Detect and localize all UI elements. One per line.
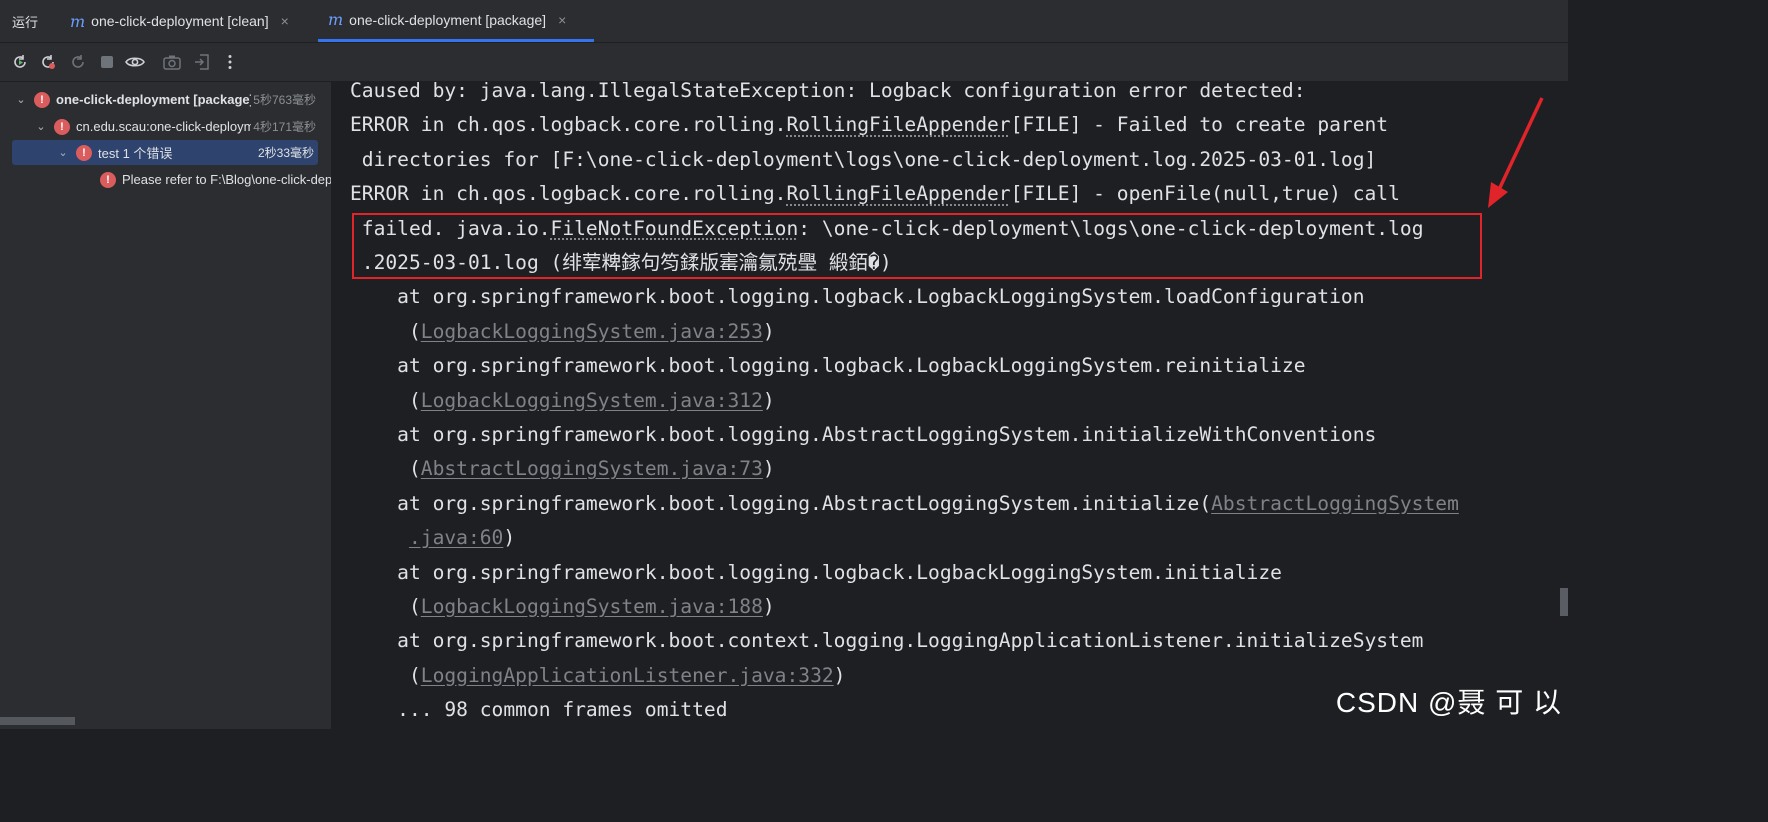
chevron-down-icon[interactable]: ⌄ — [34, 120, 48, 133]
console-text: at org.springframework.boot.logging.logb… — [350, 354, 1306, 378]
tree-row-label: test 1 个错误 — [98, 146, 173, 161]
console-line: (LogbackLoggingSystem.java:253) — [350, 319, 775, 345]
console-line: at org.springframework.boot.context.logg… — [350, 628, 1423, 654]
console-text: at org.springframework.boot.logging.logb… — [350, 285, 1365, 309]
class-link[interactable]: RollingFileAppender — [786, 113, 1010, 136]
console-text: ... 98 common frames omitted — [350, 698, 728, 722]
more-icon[interactable] — [220, 52, 240, 72]
console-output[interactable]: Caused by: java.lang.IllegalStateExcepti… — [332, 82, 1568, 729]
tree-row-time: 2秒33毫秒 — [255, 144, 314, 161]
source-file-link[interactable]: AbstractLoggingSystem.java:73 — [421, 457, 763, 480]
console-text: ( — [350, 388, 421, 412]
console-text: at org.springframework.boot.context.logg… — [350, 629, 1424, 653]
console-text: ( — [350, 595, 421, 618]
console-line: ERROR in ch.qos.logback.core.rolling.Rol… — [350, 112, 1388, 138]
console-text: ) — [503, 526, 516, 550]
close-icon[interactable]: × — [558, 12, 566, 28]
chevron-down-icon[interactable]: ⌄ — [14, 93, 28, 106]
console-text: ERROR in ch.qos.logback.core.rolling. — [350, 113, 787, 137]
error-icon: ! — [34, 91, 50, 108]
tab-label: one-click-deployment [clean] — [91, 13, 269, 29]
run-toolbar — [0, 43, 1568, 82]
eye-icon[interactable] — [125, 52, 145, 72]
console-text: [FILE] - Failed to create parent — [1010, 113, 1389, 137]
console-line: (LoggingApplicationListener.java:332) — [350, 663, 846, 689]
console-text: [FILE] - openFile(null,true) call — [1010, 182, 1400, 206]
tree-row-label: one-click-deployment [package] — [56, 92, 254, 107]
console-line: (LogbackLoggingSystem.java:312) — [350, 388, 775, 414]
console-text: at org.springframework.boot.logging.logb… — [350, 560, 1282, 584]
watermark: CSDN @聂 可 以 — [1335, 687, 1562, 718]
tab-clean[interactable]: m one-click-deployment [clean] × — [60, 0, 299, 42]
vertical-scrollbar[interactable] — [1560, 588, 1568, 616]
console-line: at org.springframework.boot.logging.Abst… — [350, 491, 1459, 517]
test-results-tree: ⌄ ! one-click-deployment [package] 5秒763… — [0, 82, 332, 729]
console-line: (LogbackLoggingSystem.java:188) — [350, 594, 775, 620]
console-text: ( — [350, 457, 421, 481]
console-line: at org.springframework.boot.logging.logb… — [350, 284, 1365, 310]
maven-m-icon: m — [328, 10, 344, 29]
run-tool-window-tabbar: 运行 m one-click-deployment [clean] × m on… — [0, 0, 1568, 43]
console-text: at org.springframework.boot.logging.Abst… — [350, 491, 1212, 515]
source-file-link[interactable]: .java:60 — [409, 526, 503, 549]
console-line: at org.springframework.boot.logging.logb… — [350, 560, 1282, 586]
console-line: directories for [F:\one-click-deployment… — [350, 147, 1377, 173]
rerun-failed-icon[interactable] — [38, 52, 58, 72]
source-file-link[interactable]: LogbackLoggingSystem.java:188 — [421, 595, 763, 618]
console-text: ) — [833, 663, 846, 687]
console-text: at org.springframework.boot.logging.Abst… — [350, 423, 1377, 446]
console-text: ) — [762, 319, 775, 343]
console-line: at org.springframework.boot.logging.logb… — [350, 353, 1306, 379]
error-icon: ! — [100, 171, 116, 188]
tree-row-test[interactable]: ⌄ ! test 1 个错误 2秒33毫秒 — [12, 140, 318, 165]
console-line: .java:60) — [350, 525, 515, 551]
tree-row-label: cn.edu.scau:one-click-deployment — [76, 119, 252, 134]
console-line: (AbstractLoggingSystem.java:73) — [350, 456, 775, 482]
run-tool-window-title: 运行 — [12, 15, 39, 30]
annotation-arrow-icon — [1488, 97, 1544, 208]
source-file-link[interactable]: AbstractLoggingSystem — [1211, 492, 1459, 515]
class-link[interactable]: RollingFileAppender — [786, 182, 1010, 205]
exit-icon[interactable] — [192, 52, 212, 72]
console-text: ERROR in ch.qos.logback.core.rolling. — [350, 182, 787, 206]
console-text: ) — [762, 388, 775, 412]
camera-icon[interactable] — [162, 52, 182, 72]
console-text: ( — [350, 663, 421, 687]
tree-row-module[interactable]: ⌄ ! cn.edu.scau:one-click-deployment 4秒1… — [34, 114, 316, 139]
annotation-highlight-box — [352, 213, 1482, 279]
console-text: ( — [350, 319, 421, 343]
tree-row-message[interactable]: ! Please refer to F:\Blog\one-click-depl… — [100, 167, 331, 192]
source-file-link[interactable]: LoggingApplicationListener.java:332 — [421, 664, 834, 687]
console-text: ) — [762, 457, 775, 481]
console-text: directories for [F:\one-click-deployment… — [350, 147, 1377, 171]
error-icon: ! — [76, 144, 92, 161]
console-text: ) — [762, 595, 775, 618]
console-text: Caused by: java.lang.IllegalStateExcepti… — [350, 82, 1306, 102]
console-line: ERROR in ch.qos.logback.core.rolling.Rol… — [350, 181, 1400, 207]
tab-package[interactable]: m one-click-deployment [package] × — [318, 0, 594, 42]
console-line: ... 98 common frames omitted — [350, 697, 728, 723]
tree-row-time: 5秒763毫秒 — [251, 91, 316, 108]
tree-row-label: Please refer to F:\Blog\one-click-deploy… — [122, 172, 331, 187]
chevron-down-icon[interactable]: ⌄ — [56, 146, 70, 159]
rerun-dependent-icon[interactable] — [68, 52, 88, 72]
horizontal-scrollbar[interactable] — [0, 717, 75, 725]
rerun-icon[interactable] — [10, 52, 30, 72]
stop-icon[interactable] — [97, 52, 117, 72]
source-file-link[interactable]: LogbackLoggingSystem.java:253 — [421, 320, 763, 343]
tab-label: one-click-deployment [package] — [349, 11, 547, 28]
tree-row-root[interactable]: ⌄ ! one-click-deployment [package] 5秒763… — [14, 87, 316, 112]
console-line: Caused by: java.lang.IllegalStateExcepti… — [350, 82, 1306, 104]
error-icon: ! — [54, 118, 70, 135]
tree-row-time: 4秒171毫秒 — [251, 118, 316, 135]
close-icon[interactable]: × — [281, 13, 289, 29]
console-line: at org.springframework.boot.logging.Abst… — [350, 422, 1376, 448]
source-file-link[interactable]: LogbackLoggingSystem.java:312 — [421, 389, 763, 412]
maven-m-icon: m — [70, 11, 86, 31]
